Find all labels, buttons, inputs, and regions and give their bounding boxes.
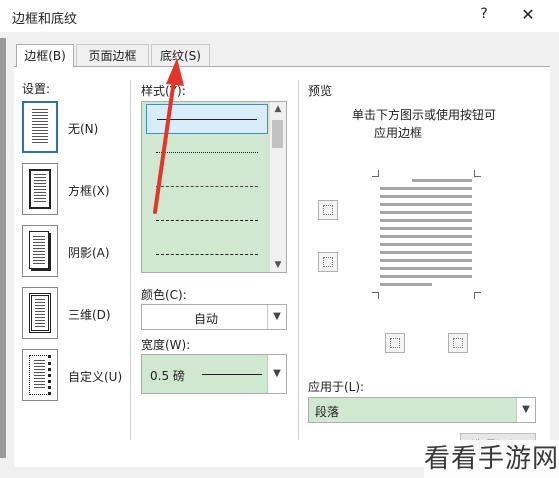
tab-borders[interactable]: 边框(B) [16,44,74,67]
annotation-arrow-icon [153,58,184,214]
watermark: 看看手游网 [424,440,559,478]
